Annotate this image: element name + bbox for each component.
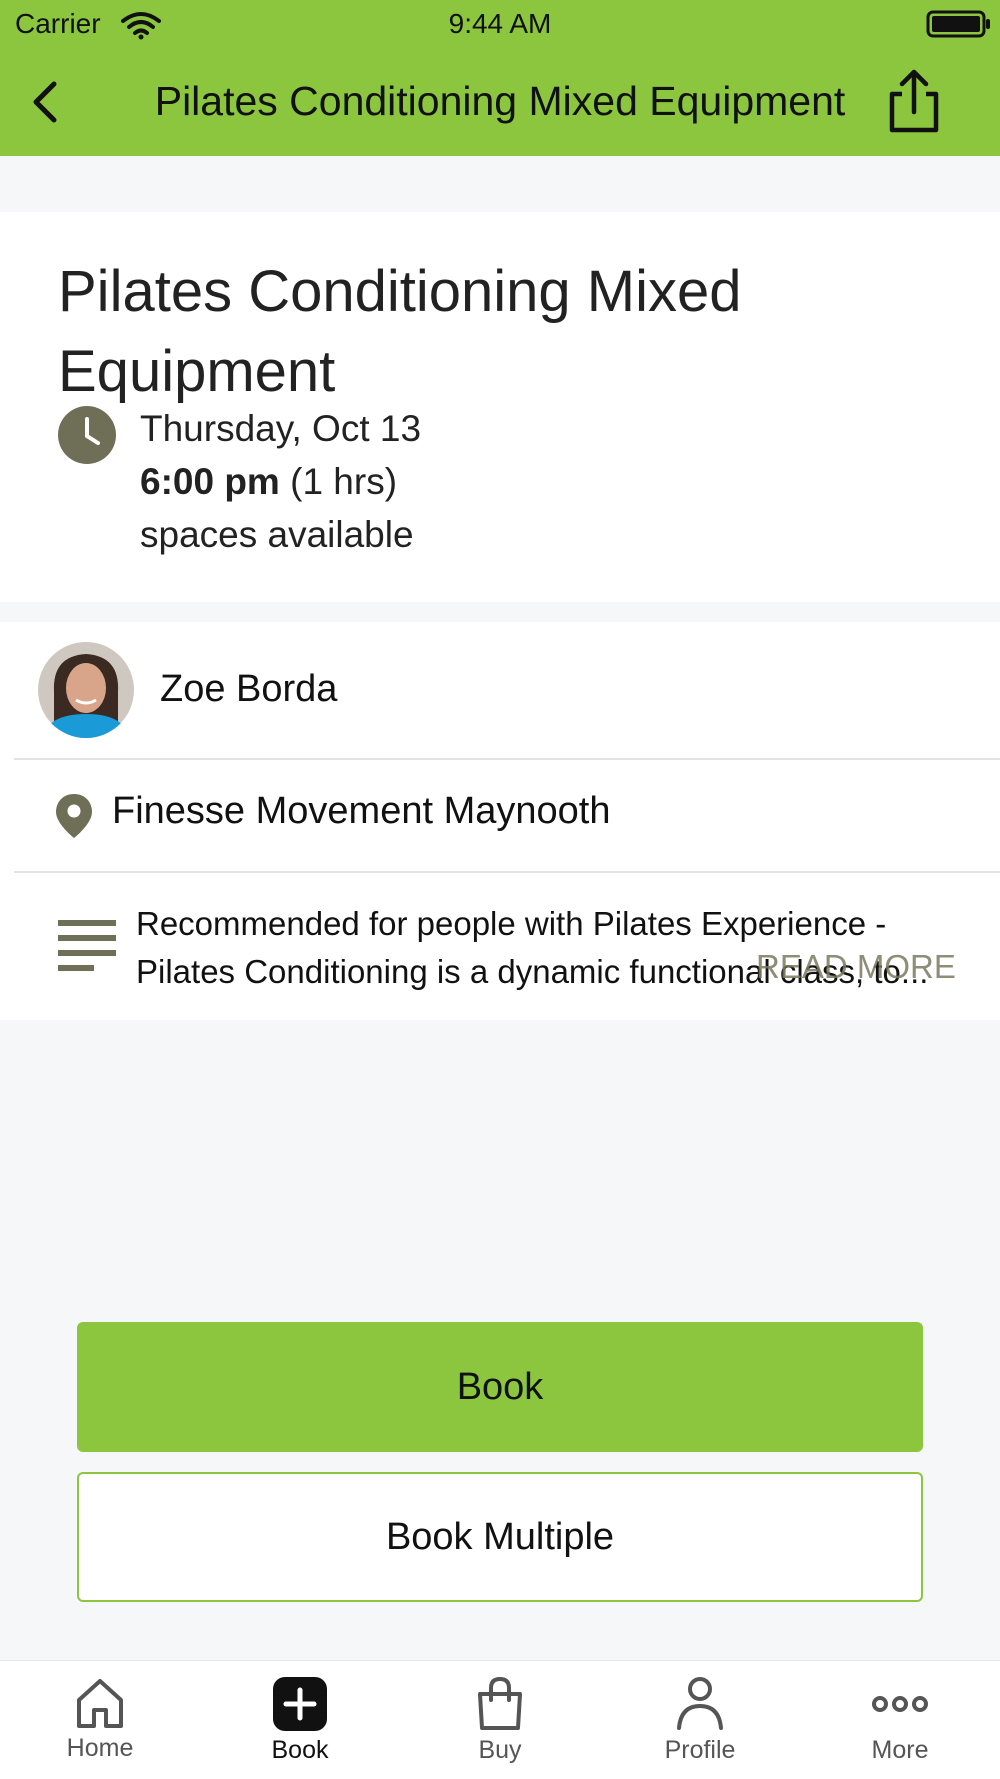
nav-title: Pilates Conditioning Mixed Equipment (154, 78, 846, 124)
description-icon (58, 920, 116, 971)
tab-label: Home (66, 1734, 134, 1762)
more-dots-icon (872, 1696, 928, 1712)
plus-icon (273, 1677, 327, 1731)
home-icon (77, 1679, 123, 1728)
tab-profile[interactable]: Profile (600, 1676, 800, 1778)
book-button[interactable]: Book (77, 1322, 923, 1452)
tab-book[interactable]: Book (200, 1676, 400, 1778)
read-more-link[interactable]: READ MORE (756, 948, 956, 986)
class-title: Pilates Conditioning Mixed Equipment (58, 259, 742, 404)
location-pin-icon (56, 794, 92, 838)
description-line: Recommended for people with Pilates Expe… (136, 905, 887, 942)
clock-icon (58, 406, 116, 464)
book-multiple-button[interactable]: Book Multiple (77, 1472, 923, 1602)
tab-label: Buy (478, 1736, 522, 1764)
location-name[interactable]: Finesse Movement Maynooth (112, 790, 610, 833)
avatar[interactable] (38, 642, 134, 738)
share-icon[interactable] (884, 68, 944, 134)
class-duration: (1 hrs) (290, 461, 398, 502)
tab-label: Profile (664, 1736, 736, 1764)
tab-home[interactable]: Home (0, 1676, 200, 1778)
availability-text: spaces available (140, 514, 414, 555)
tab-more[interactable]: More (800, 1676, 1000, 1778)
divider (14, 871, 1000, 873)
class-date: Thursday, Oct 13 (140, 408, 422, 449)
shopping-bag-icon (478, 1676, 522, 1730)
tab-label: More (871, 1736, 929, 1764)
instructor-name[interactable]: Zoe Borda (160, 668, 337, 711)
person-icon (677, 1677, 723, 1730)
status-time: 9:44 AM (448, 8, 552, 39)
class-time: 6:00 pm (1 hrs) (140, 461, 397, 503)
tab-label: Book (271, 1736, 329, 1764)
back-icon[interactable] (26, 76, 66, 128)
tab-buy[interactable]: Buy (400, 1676, 600, 1778)
battery-icon (926, 10, 990, 38)
divider (14, 758, 1000, 760)
class-start-time: 6:00 pm (140, 461, 280, 502)
